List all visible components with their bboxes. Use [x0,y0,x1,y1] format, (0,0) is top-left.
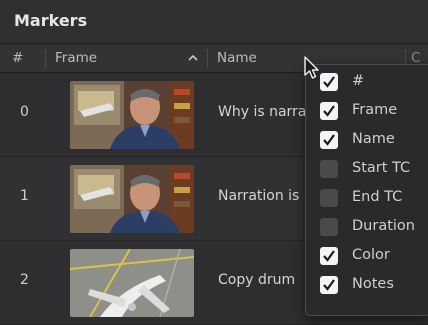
menu-item-duration[interactable]: Duration [306,213,428,242]
checkbox-checked[interactable] [320,131,338,149]
menu-item-label: Duration [352,218,415,234]
menu-item-end-tc[interactable]: End TC [306,184,428,213]
panel-title: Markers [14,11,88,30]
checkmark-icon [323,134,335,146]
marker-name[interactable]: Narration is [218,188,299,204]
panel-title-bar: Markers [0,0,428,44]
menu-item-label: Start TC [352,160,411,176]
column-divider[interactable] [45,49,46,68]
menu-item-notes[interactable]: Notes [306,271,428,300]
row-number: 0 [20,104,29,120]
checkmark-icon [323,279,335,291]
frame-thumbnail[interactable] [70,165,194,233]
menu-item-label: Frame [352,102,398,118]
frame-thumbnail[interactable] [70,249,194,317]
marker-name[interactable]: Why is narra [218,104,306,120]
column-header-num[interactable]: # [12,45,23,72]
frame-thumbnail[interactable] [70,81,194,149]
column-divider[interactable] [207,49,208,68]
column-header-name[interactable]: Name [217,45,257,72]
checkbox-unchecked[interactable] [320,160,338,178]
menu-item-label: Notes [352,276,394,292]
checkmark-icon [323,76,335,88]
menu-item-start-tc[interactable]: Start TC [306,155,428,184]
menu-item-frame[interactable]: Frame [306,97,428,126]
chevron-up-icon[interactable] [187,52,199,64]
checkbox-checked[interactable] [320,247,338,265]
menu-item-num[interactable]: # [306,68,428,97]
menu-item-color[interactable]: Color [306,242,428,271]
menu-item-label: End TC [352,189,403,205]
menu-item-name[interactable]: Name [306,126,428,155]
checkbox-checked[interactable] [320,276,338,294]
row-number: 2 [20,272,29,288]
menu-item-label: Color [352,247,390,263]
checkbox-unchecked[interactable] [320,218,338,236]
row-number: 1 [20,188,29,204]
column-header-frame[interactable]: Frame [55,45,97,72]
marker-name[interactable]: Copy drum [218,272,295,288]
checkmark-icon [323,105,335,117]
menu-item-label: Name [352,131,395,147]
column-visibility-menu: # Frame Name Start TC End TC Duration Co… [305,64,428,316]
checkbox-checked[interactable] [320,102,338,120]
mouse-pointer-icon [304,56,319,79]
menu-item-label: # [352,73,365,89]
checkmark-icon [323,250,335,262]
checkbox-unchecked[interactable] [320,189,338,207]
checkbox-checked[interactable] [320,73,338,91]
